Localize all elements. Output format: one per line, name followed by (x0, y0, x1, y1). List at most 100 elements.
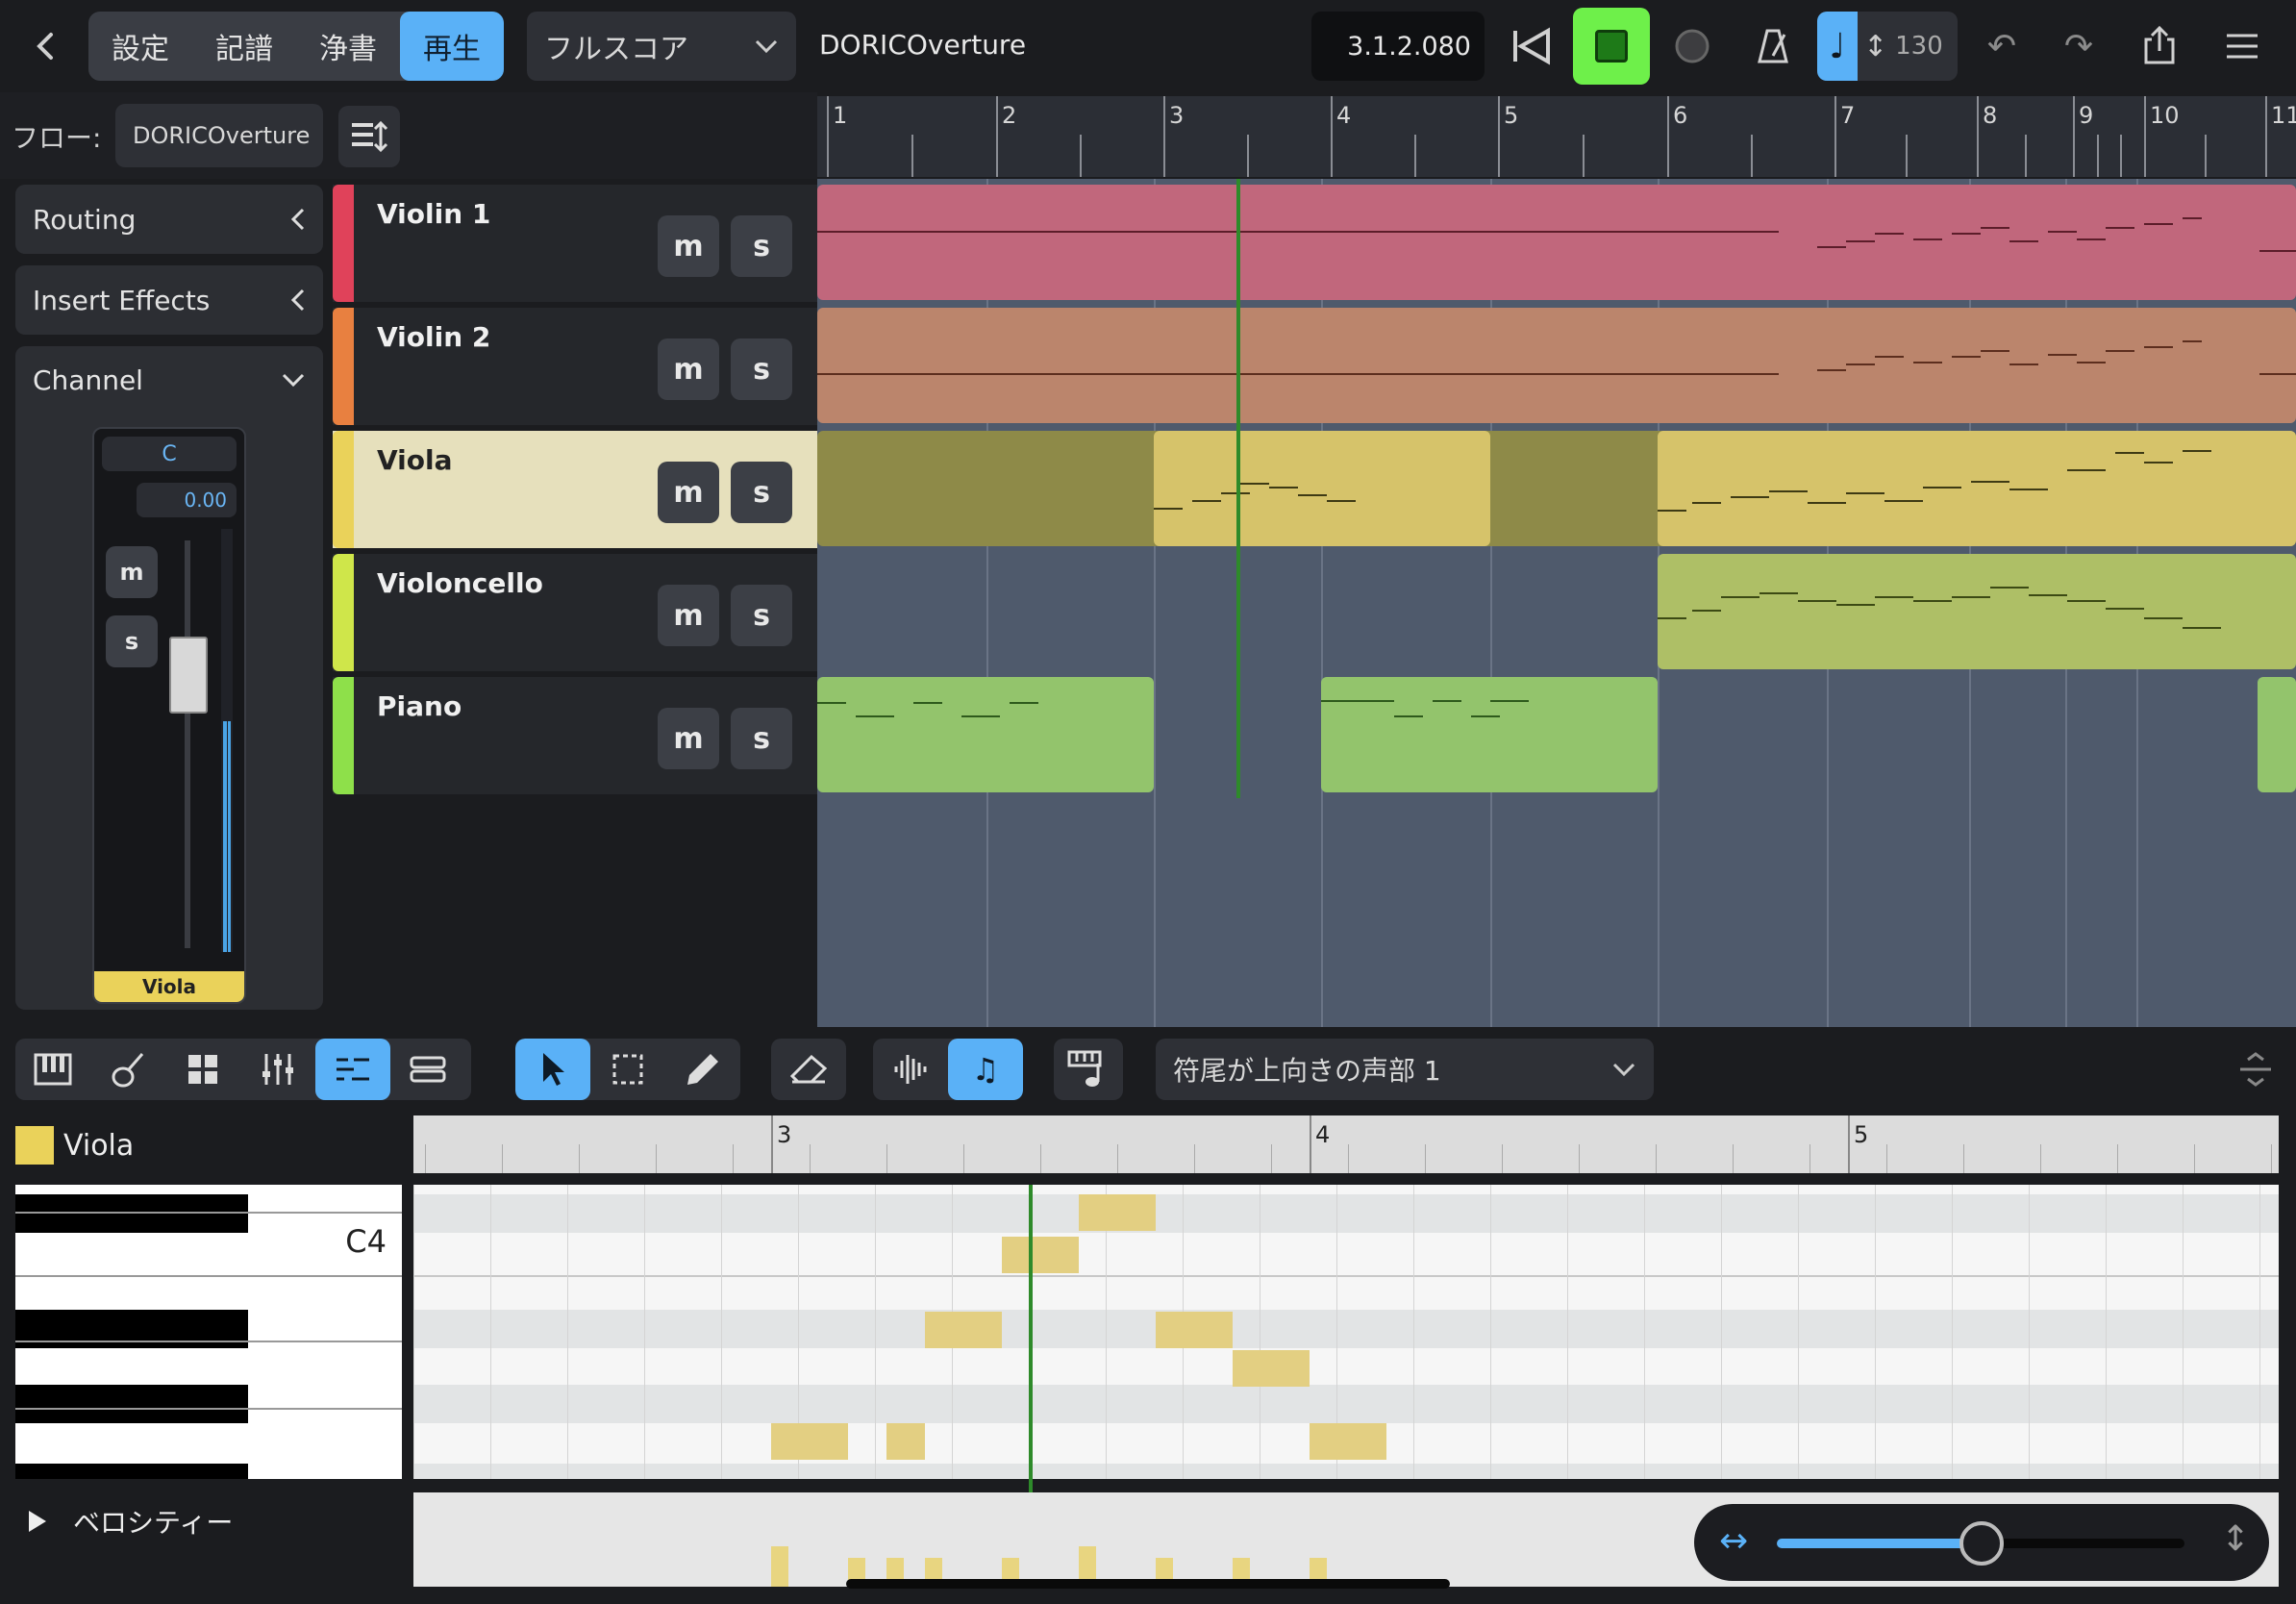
piano-keyboard[interactable]: C4 (15, 1185, 402, 1479)
ruler-bar-line (2144, 96, 2146, 177)
music-notes-icon[interactable]: ♫ (948, 1039, 1023, 1100)
note-block[interactable] (1002, 1237, 1079, 1273)
insert-effects-section[interactable]: Insert Effects (15, 265, 323, 335)
volume-fader-handle[interactable] (169, 637, 208, 714)
track-lane[interactable] (817, 308, 2296, 425)
ruler-bar-number: 4 (1336, 102, 1352, 129)
track-mute-button[interactable]: m (658, 585, 719, 646)
playhead[interactable] (1236, 179, 1240, 798)
black-key[interactable] (15, 1464, 248, 1479)
velocity-bar[interactable] (771, 1546, 788, 1587)
audio-waveform-icon[interactable] (873, 1039, 948, 1100)
track-solo-button[interactable]: s (731, 215, 792, 277)
track-lane[interactable] (817, 677, 2296, 794)
metronome-icon[interactable] (1742, 15, 1804, 77)
note-block[interactable] (925, 1312, 1002, 1348)
editor-ruler[interactable]: 3 4 5 (413, 1115, 2279, 1173)
black-key[interactable] (15, 1194, 248, 1233)
track-solo-button[interactable]: s (731, 585, 792, 646)
rewind-to-start-icon[interactable] (1500, 15, 1561, 77)
track-header[interactable]: Violin 2 m s (333, 308, 817, 425)
tempo-control[interactable]: ♩ ↕ 130 (1817, 12, 1958, 81)
track-mute-button[interactable]: m (658, 338, 719, 400)
track-lane[interactable] (817, 431, 2296, 548)
mode-setup-tab[interactable]: 設定 (88, 12, 192, 81)
track-lane[interactable] (817, 554, 2296, 671)
ruler-beat-tick (2096, 135, 2099, 177)
zoom-slider-handle[interactable] (1959, 1521, 2004, 1566)
track-header[interactable]: Violoncello m s (333, 554, 817, 671)
midi-region[interactable] (1658, 431, 2296, 546)
midi-region[interactable] (817, 308, 2296, 423)
velocity-lane-header[interactable]: ベロシティー (27, 1502, 233, 1541)
record-button[interactable] (1661, 15, 1723, 77)
mode-play-tab[interactable]: 再生 (400, 12, 504, 81)
black-key[interactable] (15, 1385, 248, 1423)
lanes-icon[interactable] (390, 1039, 465, 1100)
midi-region[interactable] (817, 677, 1154, 792)
note-block[interactable] (1156, 1312, 1233, 1348)
timeline-ruler[interactable]: 1 2 3 4 5 6 7 8 9 10 11 (817, 96, 2296, 177)
channel-solo-button[interactable]: s (106, 615, 158, 667)
marquee-select-icon[interactable] (590, 1039, 665, 1100)
black-key[interactable] (15, 1310, 248, 1348)
track-solo-button[interactable]: s (731, 708, 792, 769)
track-mute-button[interactable]: m (658, 215, 719, 277)
midi-region[interactable] (817, 185, 2296, 300)
track-header[interactable]: Piano m s (333, 677, 817, 794)
midi-note (961, 715, 1000, 717)
mixer-sliders-icon[interactable] (240, 1039, 315, 1100)
midi-region[interactable] (1321, 677, 1658, 792)
midi-note (1692, 610, 1721, 612)
key-editor-icon[interactable] (315, 1039, 390, 1100)
menu-icon[interactable] (2211, 15, 2273, 77)
drum-pad-grid-icon[interactable] (165, 1039, 240, 1100)
mode-engrave-tab[interactable]: 浄書 (296, 12, 400, 81)
track-color-bar (333, 185, 354, 302)
track-lane[interactable] (817, 185, 2296, 302)
chevron-down-icon (282, 373, 305, 388)
volume-value[interactable]: 0.00 (137, 483, 237, 517)
guitar-icon[interactable] (90, 1039, 165, 1100)
note-block[interactable] (1233, 1350, 1310, 1387)
share-icon[interactable] (2129, 15, 2190, 77)
track-mute-button[interactable]: m (658, 462, 719, 523)
beat-grid-line (2183, 1185, 2184, 1479)
ruler-bar-number: 3 (1169, 102, 1185, 129)
midi-region[interactable] (1154, 431, 1490, 546)
track-mute-button[interactable]: m (658, 708, 719, 769)
voice-select[interactable]: 符尾が上向きの声部 1 (1156, 1039, 1654, 1100)
mode-write-tab[interactable]: 記譜 (192, 12, 296, 81)
channel-header[interactable]: Channel (15, 346, 323, 414)
back-icon[interactable] (17, 17, 75, 75)
note-grid[interactable] (413, 1185, 2279, 1479)
collapse-editor-icon[interactable] (2227, 1040, 2284, 1098)
track-solo-button[interactable]: s (731, 338, 792, 400)
vertical-zoom-icon[interactable]: ↕ (2221, 1519, 2250, 1559)
note-block[interactable] (1079, 1194, 1156, 1231)
select-arrow-icon[interactable] (515, 1039, 590, 1100)
note-block[interactable] (886, 1423, 925, 1460)
layout-select[interactable]: フルスコア (527, 12, 796, 81)
stop-button[interactable] (1573, 8, 1650, 85)
flow-select[interactable]: DORICOverture (115, 104, 323, 167)
redo-icon[interactable]: ↷ (2048, 15, 2109, 77)
note-block[interactable] (1310, 1423, 1386, 1460)
piano-keys-icon[interactable] (15, 1039, 90, 1100)
midi-region[interactable] (2258, 677, 2296, 792)
undo-icon[interactable]: ↶ (1971, 15, 2033, 77)
note-block[interactable] (771, 1423, 848, 1460)
pencil-icon[interactable] (665, 1039, 740, 1100)
track-header[interactable]: Viola m s (333, 431, 817, 548)
midi-note (2183, 450, 2211, 452)
keyboard-note-icon[interactable] (1054, 1039, 1123, 1100)
track-options-icon[interactable] (338, 106, 400, 167)
routing-section[interactable]: Routing (15, 185, 323, 254)
timecode-display[interactable]: 3.1.2.080 (1311, 12, 1485, 81)
track-header[interactable]: Violin 1 m s (333, 185, 817, 302)
eraser-icon[interactable] (771, 1039, 846, 1100)
track-solo-button[interactable]: s (731, 462, 792, 523)
pan-control[interactable]: C (102, 437, 237, 471)
midi-region[interactable] (1658, 554, 2296, 669)
channel-mute-button[interactable]: m (106, 546, 158, 598)
